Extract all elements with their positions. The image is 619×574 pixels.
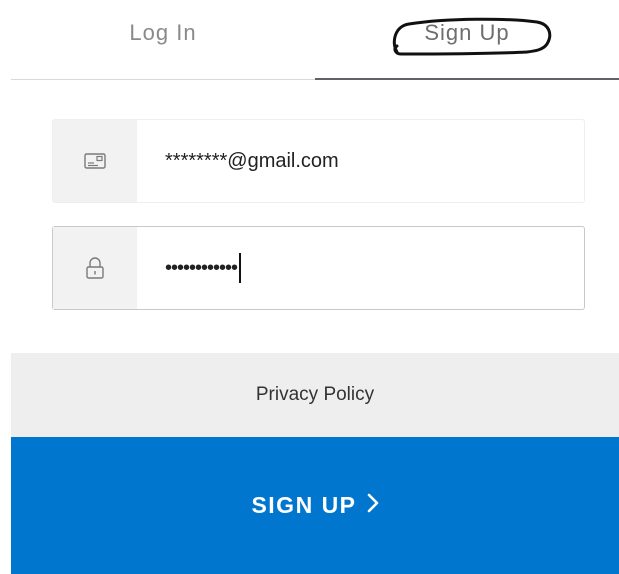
email-card-icon (53, 120, 137, 202)
password-masked-value: •••••••••••• (165, 256, 238, 279)
password-input[interactable]: •••••••••••• (165, 227, 242, 309)
sign-up-button-label: SIGN UP (251, 492, 357, 518)
auth-tabs: Log In Sign Up (11, 0, 619, 80)
email-input[interactable]: ********@gmail.com (165, 120, 339, 202)
tab-login-underline (11, 79, 315, 80)
tab-login-label: Log In (129, 20, 197, 45)
password-field[interactable]: •••••••••••• (52, 226, 585, 310)
sign-up-button[interactable]: SIGN UP (11, 437, 619, 574)
lock-icon (53, 227, 137, 309)
signup-page: Log In Sign Up ********@gmail.com ••••••… (0, 0, 619, 574)
text-caret (239, 253, 242, 283)
tab-signup[interactable]: Sign Up (315, 0, 619, 80)
tab-signup-active-indicator (315, 78, 619, 80)
privacy-policy-link[interactable]: Privacy Policy (256, 384, 374, 406)
tab-signup-label: Sign Up (424, 20, 510, 45)
chevron-right-icon (367, 493, 379, 518)
tab-login[interactable]: Log In (11, 0, 315, 80)
privacy-bar: Privacy Policy (11, 353, 619, 437)
email-field[interactable]: ********@gmail.com (52, 119, 585, 203)
